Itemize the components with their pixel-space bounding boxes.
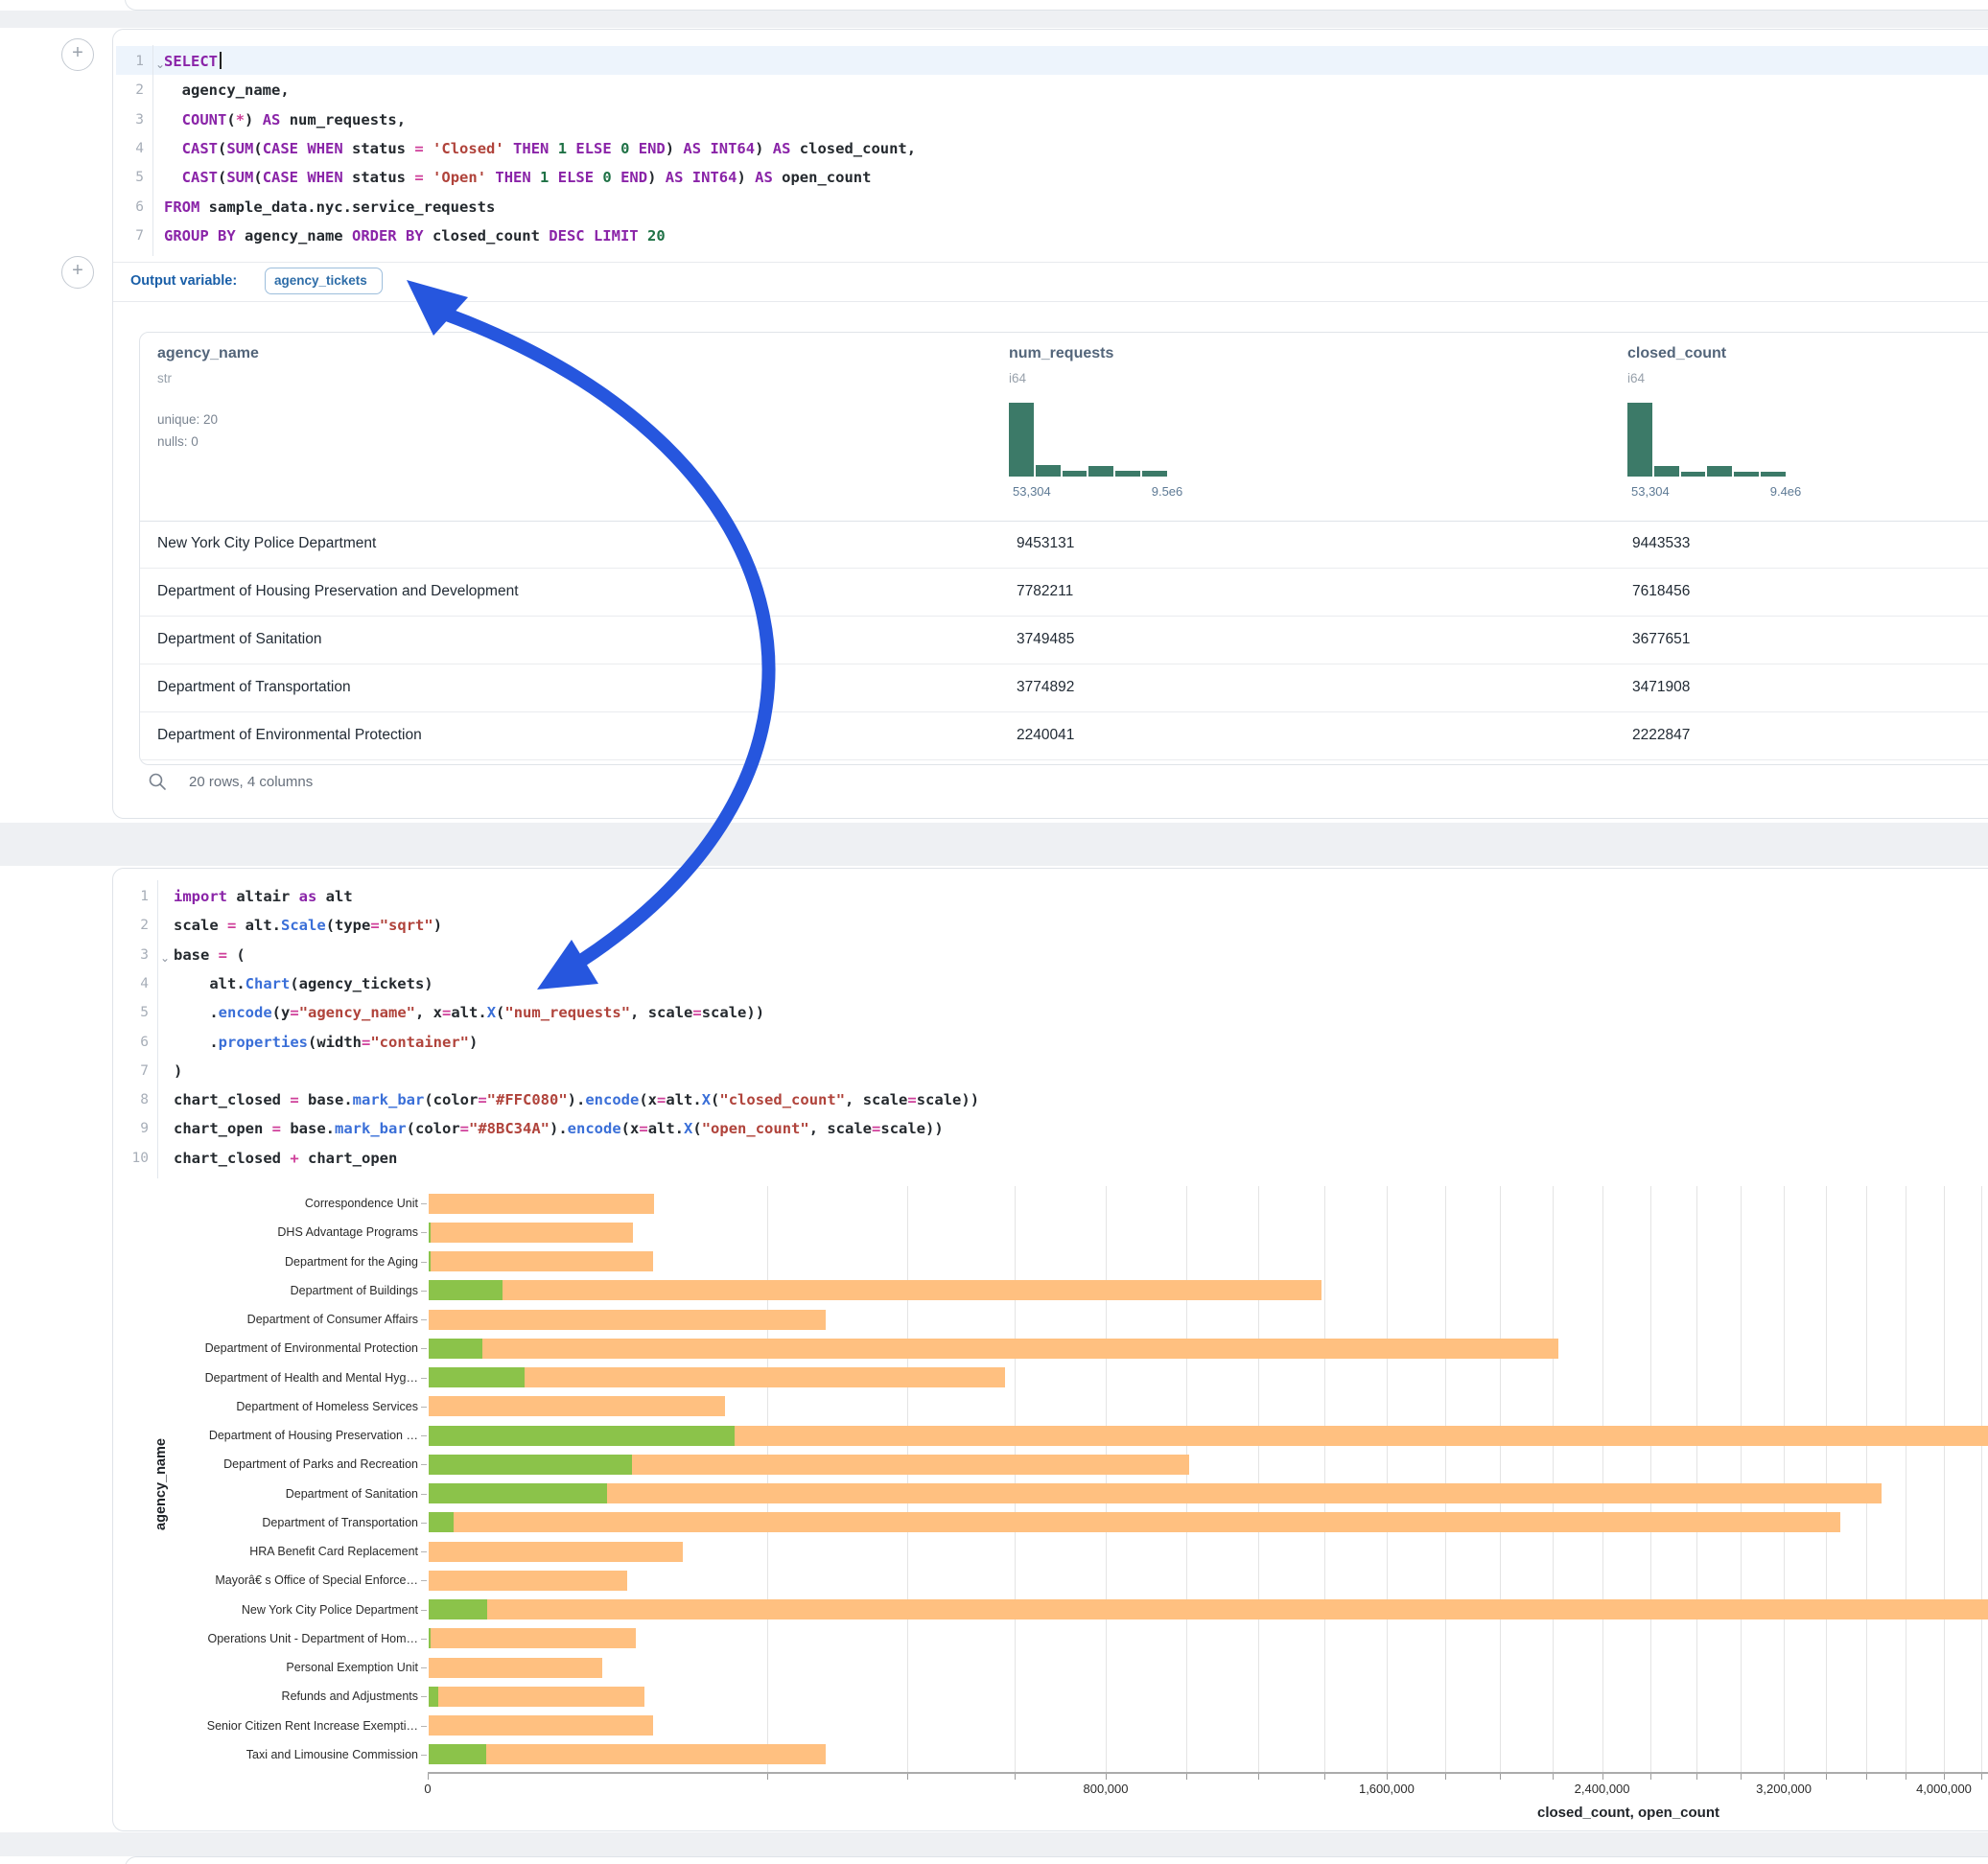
- cell-closed-count: 9443533: [1632, 535, 1690, 552]
- code-line[interactable]: scale = alt.Scale(type="sqrt"): [174, 915, 442, 936]
- code-line[interactable]: agency_name,: [164, 80, 290, 101]
- cell-agency-name: Department of Transportation: [157, 679, 351, 696]
- cell-gap-band-bottom: [0, 1832, 1988, 1856]
- x-axis-title: closed_count, open_count: [1485, 1805, 1772, 1821]
- line-number: 6: [116, 1032, 149, 1053]
- code-line[interactable]: alt.Chart(agency_tickets): [174, 973, 433, 994]
- search-icon[interactable]: [148, 772, 167, 791]
- line-number: 2: [111, 80, 144, 101]
- cell-num-requests: 7782211: [1017, 583, 1073, 600]
- divider: [113, 262, 1988, 263]
- cell-num-requests: 3749485: [1017, 631, 1074, 648]
- code-line[interactable]: .encode(y="agency_name", x=alt.X("num_re…: [174, 1002, 764, 1023]
- text-cursor: [220, 52, 222, 69]
- line-number: 7: [111, 225, 144, 246]
- table-row[interactable]: Department of Sanitation 3749485 3677651: [140, 617, 1988, 664]
- code-line[interactable]: .properties(width="container"): [174, 1032, 478, 1053]
- next-cell-top: [125, 1856, 1988, 1864]
- line-number: 1: [116, 886, 149, 907]
- table-row[interactable]: Department of Transportation 3774892 34719…: [140, 664, 1988, 712]
- cell-num-requests: 9453131: [1017, 535, 1074, 552]
- line-number: 4: [111, 138, 144, 159]
- notebook-page: + + 1 ⌄ SELECT 2 agency_name, 3 COUNT(*) AS …: [0, 0, 1988, 1864]
- table-body: New York City Police Department 9453131 94…: [140, 333, 1988, 764]
- cell-agency-name: Department of Sanitation: [157, 631, 321, 648]
- table-row[interactable]: Department of Housing Preservation and D…: [140, 569, 1988, 617]
- python-code-editor[interactable]: 1 import altair as alt 2 scale = alt.Scale(…: [113, 869, 1988, 1830]
- table-row-count: 20 rows, 4 columns: [189, 774, 313, 790]
- cell-agency-name: Department of Housing Preservation and D…: [157, 583, 519, 600]
- line-number: 4: [116, 973, 149, 994]
- line-number: 2: [116, 915, 149, 936]
- output-variable-pill[interactable]: agency_tickets: [265, 268, 383, 294]
- line-number: 7: [116, 1060, 149, 1082]
- cell-closed-count: 3471908: [1632, 679, 1690, 696]
- gutter-divider: [157, 880, 158, 1178]
- cell-agency-name: Department of Environmental Protection: [157, 727, 422, 744]
- output-variable-label: Output variable:: [130, 273, 237, 289]
- add-cell-button[interactable]: +: [61, 256, 94, 289]
- cell-closed-count: 2222847: [1632, 727, 1690, 744]
- cell-closed-count: 3677651: [1632, 631, 1690, 648]
- sql-cell: 1⌄SELECT2 agency_name,3 COUNT(*) AS num_…: [112, 29, 1988, 819]
- code-line[interactable]: import altair as alt: [174, 886, 353, 907]
- active-line-highlight: [116, 46, 1988, 75]
- gutter-divider: [152, 45, 153, 256]
- code-line[interactable]: COUNT(*) AS num_requests,: [164, 109, 406, 130]
- code-line[interactable]: CAST(SUM(CASE WHEN status = 'Open' THEN …: [164, 167, 871, 188]
- code-line[interactable]: chart_closed = base.mark_bar(color="#FFC…: [174, 1089, 979, 1110]
- result-table: agency_namestrunique: 20nulls: 0num_requ…: [139, 332, 1988, 765]
- table-row[interactable]: Department of Environmental Protection 22…: [140, 712, 1988, 760]
- divider: [113, 301, 1988, 302]
- line-number: 3: [111, 109, 144, 130]
- line-number: 1: [111, 51, 144, 72]
- code-line[interactable]: ): [174, 1060, 182, 1082]
- cell-num-requests: 2240041: [1017, 727, 1074, 744]
- y-axis-title: agency_name: [153, 1432, 169, 1537]
- cell-num-requests: 3774892: [1017, 679, 1074, 696]
- plus-icon: +: [72, 260, 83, 281]
- line-number: 5: [116, 1002, 149, 1023]
- previous-cell-bottom: [125, 0, 1988, 11]
- python-cell: 1 import altair as alt 2 scale = alt.Scale(…: [112, 868, 1988, 1831]
- add-cell-button[interactable]: +: [61, 38, 94, 71]
- code-line[interactable]: FROM sample_data.nyc.service_requests: [164, 197, 495, 218]
- code-line[interactable]: chart_closed + chart_open: [174, 1148, 397, 1169]
- line-number: 10: [116, 1148, 149, 1169]
- code-line[interactable]: base = (: [174, 944, 246, 966]
- cell-gap-band: [0, 823, 1988, 866]
- code-line[interactable]: CAST(SUM(CASE WHEN status = 'Closed' THE…: [164, 138, 916, 159]
- line-number: 3: [116, 944, 149, 966]
- code-line[interactable]: GROUP BY agency_name ORDER BY closed_cou…: [164, 225, 666, 246]
- table-row[interactable]: New York City Police Department 9453131 94…: [140, 521, 1988, 569]
- code-line[interactable]: SELECT: [164, 51, 222, 72]
- cell-gap-band-top: [0, 11, 1988, 28]
- plus-icon: +: [72, 42, 83, 63]
- cell-agency-name: New York City Police Department: [157, 535, 376, 552]
- code-line[interactable]: chart_open = base.mark_bar(color="#8BC34…: [174, 1118, 944, 1139]
- chevron-down-icon[interactable]: ⌄: [160, 952, 170, 964]
- cell-closed-count: 7618456: [1632, 583, 1690, 600]
- line-number: 8: [116, 1089, 149, 1110]
- line-number: 5: [111, 167, 144, 188]
- line-number: 9: [116, 1118, 149, 1139]
- line-number: 6: [111, 197, 144, 218]
